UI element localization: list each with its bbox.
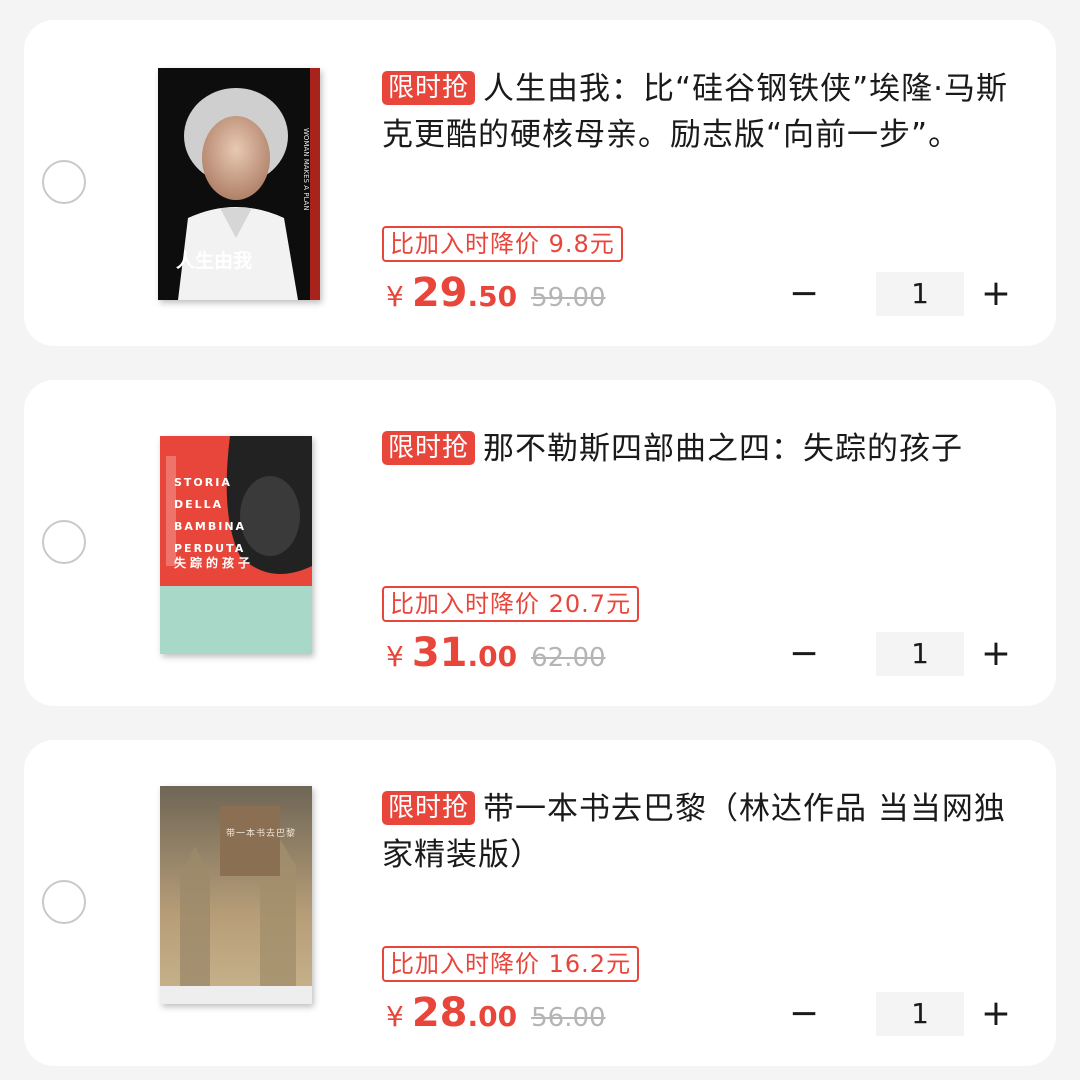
decrease-quantity-button[interactable]: − bbox=[784, 992, 824, 1036]
book-cover-image[interactable]: WOMAN MAKES A PLAN 人生由我 bbox=[158, 68, 320, 300]
product-title-text: 人生由我：比“硅谷钢铁侠”埃隆·马斯克更酷的硬核母亲。励志版“向前一步”。 bbox=[382, 71, 1008, 153]
svg-text:WOMAN MAKES A PLAN: WOMAN MAKES A PLAN bbox=[302, 128, 310, 211]
cart-item-card: STORIA DELLA BAMBINA PERDUTA 失踪的孩子 限时抢 那不… bbox=[24, 380, 1056, 706]
book-cover-title: 带一本书去巴黎 bbox=[226, 829, 297, 839]
quantity-value[interactable]: 1 bbox=[876, 992, 964, 1036]
book-cover-title: 失踪的孩子 bbox=[174, 556, 255, 570]
increase-quantity-button[interactable]: + bbox=[976, 632, 1016, 676]
price-integer: 28 bbox=[411, 990, 468, 1036]
price: ¥29.50 59.00 bbox=[386, 270, 606, 316]
book-cover-image[interactable]: 带一本书去巴黎 bbox=[160, 786, 312, 1004]
increase-quantity-button[interactable]: + bbox=[976, 992, 1016, 1036]
flash-sale-badge: 限时抢 bbox=[382, 431, 476, 465]
item-info: 限时抢 那不勒斯四部曲之四：失踪的孩子 bbox=[382, 426, 1026, 518]
currency-symbol: ¥ bbox=[386, 280, 404, 313]
quantity-stepper: − 1 + bbox=[784, 992, 1016, 1036]
select-checkbox[interactable] bbox=[42, 880, 86, 924]
product-title-text: 带一本书去巴黎（林达作品 当当网独家精装版） bbox=[382, 791, 1006, 873]
price-drop-tag: 比加入时降价 16.2元 bbox=[382, 946, 640, 982]
cart-item-card: 带一本书去巴黎 限时抢 带一本书去巴黎（林达作品 当当网独家精装版） 比加入时降价… bbox=[24, 740, 1056, 1066]
decrease-quantity-button[interactable]: − bbox=[784, 272, 824, 316]
price: ¥28.00 56.00 bbox=[386, 990, 606, 1036]
select-checkbox[interactable] bbox=[42, 160, 86, 204]
price-decimal: .00 bbox=[467, 1000, 518, 1033]
item-info: 限时抢 人生由我：比“硅谷钢铁侠”埃隆·马斯克更酷的硬核母亲。励志版“向前一步”。 bbox=[382, 66, 1026, 158]
currency-symbol: ¥ bbox=[386, 1000, 404, 1033]
flash-sale-badge: 限时抢 bbox=[382, 791, 476, 825]
quantity-stepper: − 1 + bbox=[784, 632, 1016, 676]
original-price: 56.00 bbox=[531, 1003, 606, 1033]
currency-symbol: ¥ bbox=[386, 640, 404, 673]
price: ¥31.00 62.00 bbox=[386, 630, 606, 676]
book-cover-title-en: STORIA DELLA BAMBINA PERDUTA bbox=[174, 476, 247, 555]
book-cover-image[interactable]: STORIA DELLA BAMBINA PERDUTA 失踪的孩子 bbox=[160, 436, 312, 654]
product-title[interactable]: 限时抢 那不勒斯四部曲之四：失踪的孩子 bbox=[382, 426, 1026, 518]
original-price: 59.00 bbox=[531, 283, 606, 313]
price-drop-tag: 比加入时降价 20.7元 bbox=[382, 586, 640, 622]
price-integer: 29 bbox=[411, 270, 468, 316]
flash-sale-badge: 限时抢 bbox=[382, 71, 476, 105]
decrease-quantity-button[interactable]: − bbox=[784, 632, 824, 676]
select-checkbox[interactable] bbox=[42, 520, 86, 564]
item-info: 限时抢 带一本书去巴黎（林达作品 当当网独家精装版） bbox=[382, 786, 1026, 878]
original-price: 62.00 bbox=[531, 643, 606, 673]
price-decimal: .00 bbox=[467, 640, 518, 673]
price-decimal: .50 bbox=[467, 280, 518, 313]
book-cover-title: 人生由我 bbox=[176, 250, 253, 272]
quantity-value[interactable]: 1 bbox=[876, 272, 964, 316]
increase-quantity-button[interactable]: + bbox=[976, 272, 1016, 316]
cart-item-card: WOMAN MAKES A PLAN 人生由我 限时抢 人生由我：比“硅谷钢铁侠”… bbox=[24, 20, 1056, 346]
product-title[interactable]: 限时抢 人生由我：比“硅谷钢铁侠”埃隆·马斯克更酷的硬核母亲。励志版“向前一步”。 bbox=[382, 66, 1026, 158]
price-integer: 31 bbox=[411, 630, 468, 676]
product-title-text: 那不勒斯四部曲之四：失踪的孩子 bbox=[483, 431, 964, 467]
quantity-value[interactable]: 1 bbox=[876, 632, 964, 676]
price-drop-tag: 比加入时降价 9.8元 bbox=[382, 226, 623, 262]
quantity-stepper: − 1 + bbox=[784, 272, 1016, 316]
product-title[interactable]: 限时抢 带一本书去巴黎（林达作品 当当网独家精装版） bbox=[382, 786, 1026, 878]
